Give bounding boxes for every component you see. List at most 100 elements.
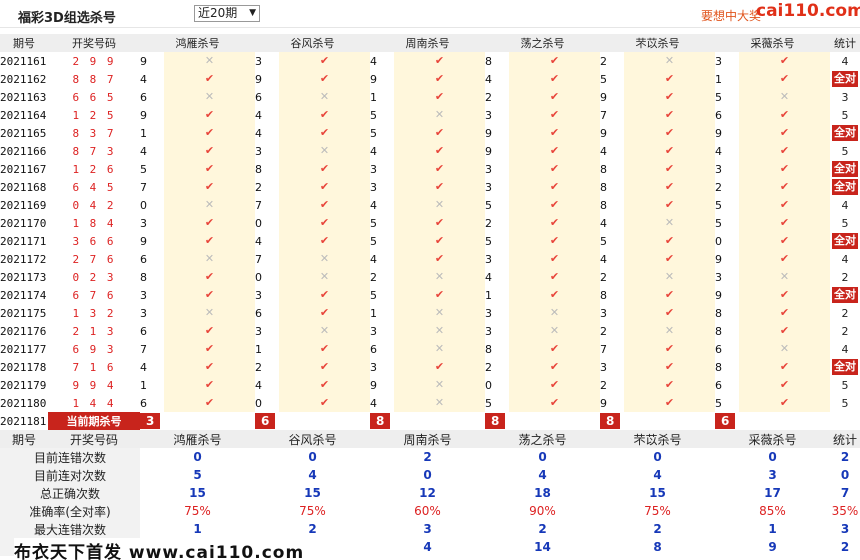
stats-value: 15 [304,486,321,500]
all-correct-badge: 全对 [832,287,858,303]
kill-digit: 9 [715,252,722,266]
check-icon: ✔ [394,88,485,106]
row-total: 5 [841,144,849,158]
row-total: 2 [841,306,849,320]
kill-digit: 4 [255,108,262,122]
stats-value: 0 [653,450,662,464]
current-pick: 8 [600,413,621,429]
check-icon: ✔ [624,196,715,214]
table-row: 2021165 8 3 7 1 ✔ 4 ✔ 5 ✔ 9 ✔ 9 ✔ 9 ✔ 全对 [0,124,860,142]
check-icon: ✔ [739,70,830,88]
kill-digit: 3 [255,144,262,158]
all-correct-badge: 全对 [832,161,858,177]
cross-icon: ✕ [624,322,715,340]
stats-value: 8 [653,540,662,554]
check-icon: ✔ [394,286,485,304]
check-icon: ✔ [739,52,830,70]
kill-digit: 5 [715,216,722,230]
table-row: 2021172 2 7 6 6 ✕ 7 ✕ 4 ✔ 3 ✔ 4 ✔ 9 ✔ 4 [0,250,860,268]
kill-digit: 2 [485,90,492,104]
check-icon: ✔ [509,88,600,106]
kill-digit: 9 [600,396,607,410]
kill-digit: 1 [255,342,262,356]
kill-digit: 3 [370,180,377,194]
table-row: 2021168 6 4 5 7 ✔ 2 ✔ 3 ✔ 3 ✔ 8 ✔ 2 ✔ 全对 [0,178,860,196]
kill-digit: 6 [715,378,722,392]
cross-mark: ✕ [779,342,790,355]
check-mark: ✔ [204,360,215,373]
check-icon: ✔ [164,376,255,394]
kill-digit: 8 [485,54,492,68]
check-icon: ✔ [394,142,485,160]
kill-digit: 9 [600,126,607,140]
kill-digit: 8 [600,288,607,302]
check-icon: ✔ [624,286,715,304]
check-mark: ✔ [319,198,330,211]
kill-digit: 5 [485,198,492,212]
cross-icon: ✕ [624,52,715,70]
kill-digit: 0 [255,270,262,284]
site-logo[interactable]: cai110.com [756,1,860,21]
stats-value: 0 [538,450,547,464]
kill-digit: 4 [485,270,492,284]
check-mark: ✔ [664,144,675,157]
cross-icon: ✕ [164,196,255,214]
cross-mark: ✕ [779,90,790,103]
current-pick-cell: 6 [715,412,739,430]
period-number: 2021163 [0,90,47,104]
check-mark: ✔ [204,288,215,301]
current-pick-spacer [509,412,600,430]
kill-digit: 0 [715,234,722,248]
kill-digit: 3 [255,324,262,338]
kill-digit: 4 [140,72,147,86]
kill-digit: 0 [485,378,492,392]
kill-digit: 7 [140,342,147,356]
row-total: 4 [841,252,849,266]
cross-mark: ✕ [204,252,215,265]
check-icon: ✔ [279,340,370,358]
row-total: 5 [841,216,849,230]
kill-digit: 6 [715,342,722,356]
kill-digit: 5 [600,234,607,248]
kill-digit: 9 [485,144,492,158]
check-mark: ✔ [779,378,790,391]
period-number: 2021173 [0,270,47,284]
check-mark: ✔ [664,234,675,247]
promo-link[interactable]: 要想中大奖 [701,7,761,24]
kill-digit: 3 [485,108,492,122]
period-select[interactable]: 近20期 ▼ [194,5,260,22]
check-icon: ✔ [624,250,715,268]
check-icon: ✔ [164,106,255,124]
check-mark: ✔ [434,360,445,373]
cross-mark: ✕ [319,270,330,283]
kill-digit: 8 [140,270,147,284]
check-icon: ✔ [164,322,255,340]
check-mark: ✔ [434,90,445,103]
check-mark: ✔ [549,54,560,67]
current-period-row: 2021181 当前期杀号 3 6 8 8 8 6 [0,412,860,430]
current-pick-spacer [394,412,485,430]
check-mark: ✔ [549,198,560,211]
draw-number: 6 6 5 [72,90,116,104]
kill-digit: 8 [715,360,722,374]
table-row: 2021179 9 9 4 1 ✔ 4 ✔ 9 ✕ 0 ✔ 2 ✔ 6 ✔ 5 [0,376,860,394]
table-row: 2021175 1 3 2 3 ✕ 6 ✔ 1 ✕ 3 ✕ 3 ✔ 8 ✔ 2 [0,304,860,322]
check-mark: ✔ [434,234,445,247]
kill-digit: 3 [485,324,492,338]
table-row: 2021178 7 1 6 4 ✔ 2 ✔ 3 ✔ 2 ✔ 3 ✔ 8 ✔ 全对 [0,358,860,376]
stats-value: 0 [423,468,432,482]
check-mark: ✔ [434,216,445,229]
stats-label: 目前连对次数 [0,466,140,484]
check-mark: ✔ [779,234,790,247]
stats-value: 18 [534,486,551,500]
cross-icon: ✕ [394,304,485,322]
stats-col-killer-1: 鸿雁杀号 [140,430,255,448]
period-number: 2021178 [0,360,47,374]
current-kill-label: 当前期杀号 [48,412,140,430]
kill-digit: 3 [140,216,147,230]
cross-icon: ✕ [394,394,485,412]
check-icon: ✔ [509,394,600,412]
cross-icon: ✕ [279,322,370,340]
kill-digit: 4 [600,216,607,230]
page-title: 福彩3D组选杀号 [18,11,116,26]
